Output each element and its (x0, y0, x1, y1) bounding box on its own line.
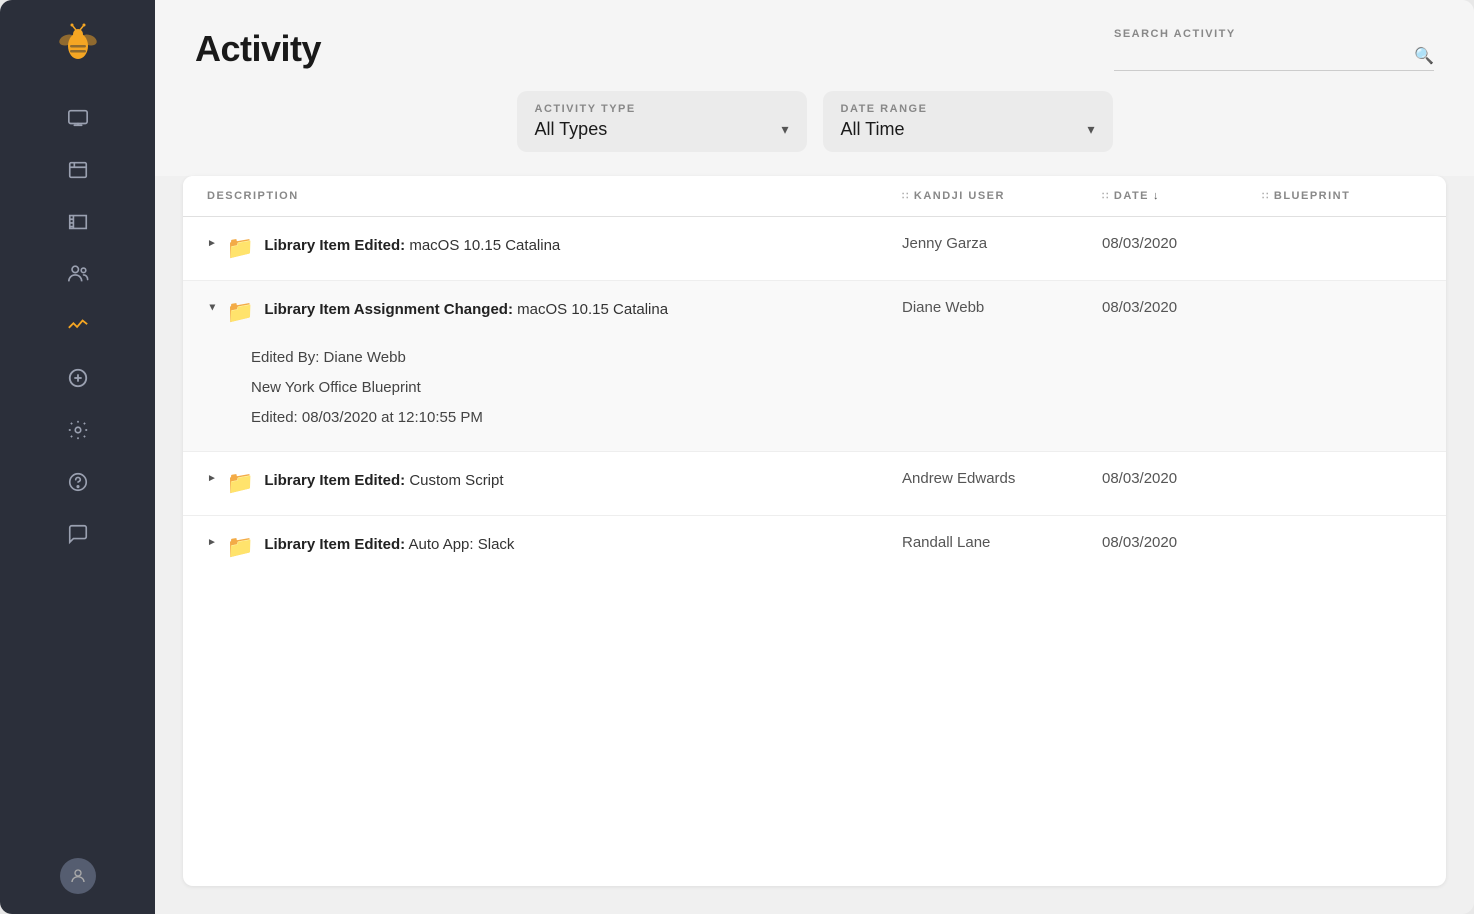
table-row: ► 📁 Library Item Edited: Custom Script A… (183, 452, 1446, 516)
description-cell: ► 📁 Library Item Edited: macOS 10.15 Cat… (207, 217, 902, 279)
blueprint-cell (1262, 281, 1422, 317)
folder-icon: 📁 (227, 470, 254, 496)
col-header-date[interactable]: ∷ DATE ↓ (1102, 190, 1262, 202)
blueprint-cell (1262, 516, 1422, 552)
description-bold: Library Item Assignment Changed: (264, 301, 513, 318)
description-cell: ► 📁 Library Item Edited: Custom Script (207, 452, 902, 514)
expanded-line: Edited: 08/03/2020 at 12:10:55 PM (251, 403, 1422, 433)
folder-icon: 📁 (227, 235, 254, 261)
sort-arrow-icon: ↓ (1153, 190, 1160, 202)
description-bold: Library Item Edited: (264, 472, 405, 489)
date-range-filter[interactable]: DATE RANGE All Time ▾ (823, 91, 1113, 152)
folder-icon: 📁 (227, 534, 254, 560)
col-header-blueprint: ∷ BLUEPRINT (1262, 190, 1422, 202)
header: Activity SEARCH ACTIVITY 🔍 (155, 0, 1474, 91)
description-bold: Library Item Edited: (264, 237, 405, 254)
description-cell: ► 📁 Library Item Assignment Changed: mac… (207, 281, 902, 343)
sidebar (0, 0, 155, 914)
sidebar-item-library[interactable] (56, 148, 100, 192)
expand-button[interactable]: ► (207, 238, 217, 249)
date-cell: 08/03/2020 (1102, 452, 1262, 505)
activity-type-chevron-icon: ▾ (781, 121, 788, 138)
blueprint-cell (1262, 452, 1422, 488)
sidebar-nav (0, 96, 155, 858)
activity-table: DESCRIPTION ∷ KANDJI USER ∷ DATE ↓ ∷ BLU… (183, 176, 1446, 886)
sidebar-item-add[interactable] (56, 356, 100, 400)
sidebar-item-activity[interactable] (56, 304, 100, 348)
date-range-value: All Time (841, 119, 905, 140)
main-content: Activity SEARCH ACTIVITY 🔍 ACTIVITY TYPE… (155, 0, 1474, 914)
table-row: ► 📁 Library Item Edited: Auto App: Slack… (183, 516, 1446, 580)
sidebar-item-users[interactable] (56, 252, 100, 296)
page-title: Activity (195, 28, 321, 70)
blueprint-cell (1262, 217, 1422, 253)
sidebar-item-help[interactable] (56, 460, 100, 504)
grid-icon-user: ∷ (902, 191, 910, 202)
date-cell: 08/03/2020 (1102, 281, 1262, 334)
activity-type-label: ACTIVITY TYPE (535, 103, 789, 115)
sidebar-item-devices[interactable] (56, 96, 100, 140)
date-range-label: DATE RANGE (841, 103, 1095, 115)
date-cell: 08/03/2020 (1102, 516, 1262, 569)
grid-icon-blueprint: ∷ (1262, 191, 1270, 202)
activity-type-value: All Types (535, 119, 608, 140)
filters-row: ACTIVITY TYPE All Types ▾ DATE RANGE All… (155, 91, 1474, 176)
search-icon[interactable]: 🔍 (1414, 46, 1434, 66)
sidebar-bottom (60, 858, 96, 894)
expand-button[interactable]: ► (207, 537, 217, 548)
sidebar-item-blueprints[interactable] (56, 200, 100, 244)
table-row: ► 📁 Library Item Edited: macOS 10.15 Cat… (183, 217, 1446, 281)
col-header-description: DESCRIPTION (207, 190, 902, 202)
description-bold: Library Item Edited: (264, 536, 405, 553)
description-text: Library Item Edited: Auto App: Slack (264, 534, 514, 555)
table-header: DESCRIPTION ∷ KANDJI USER ∷ DATE ↓ ∷ BLU… (183, 176, 1446, 217)
date-cell: 08/03/2020 (1102, 217, 1262, 270)
expanded-line: Edited By: Diane Webb (251, 343, 1422, 373)
user-cell: Randall Lane (902, 516, 1102, 569)
description-text: Library Item Edited: macOS 10.15 Catalin… (264, 235, 560, 256)
app-logo[interactable] (54, 20, 102, 68)
folder-icon: 📁 (227, 299, 254, 325)
user-cell: Diane Webb (902, 281, 1102, 334)
description-text: Library Item Assignment Changed: macOS 1… (264, 299, 668, 320)
user-cell: Andrew Edwards (902, 452, 1102, 505)
user-avatar[interactable] (60, 858, 96, 894)
description-cell: ► 📁 Library Item Edited: Auto App: Slack (207, 516, 902, 578)
expand-button[interactable]: ► (206, 303, 217, 313)
description-text: Library Item Edited: Custom Script (264, 470, 503, 491)
col-header-user: ∷ KANDJI USER (902, 190, 1102, 202)
sidebar-item-settings[interactable] (56, 408, 100, 452)
activity-type-filter[interactable]: ACTIVITY TYPE All Types ▾ (517, 91, 807, 152)
expand-button[interactable]: ► (207, 473, 217, 484)
activity-type-value-row: All Types ▾ (535, 119, 789, 140)
search-input[interactable] (1114, 48, 1414, 64)
search-label: SEARCH ACTIVITY (1114, 28, 1236, 40)
search-area: SEARCH ACTIVITY 🔍 (1114, 28, 1434, 71)
grid-icon-date: ∷ (1102, 191, 1110, 202)
expanded-content: Edited By: Diane Webb New York Office Bl… (207, 343, 1422, 451)
user-cell: Jenny Garza (902, 217, 1102, 270)
table-row: ► 📁 Library Item Assignment Changed: mac… (183, 281, 1446, 452)
expanded-line: New York Office Blueprint (251, 373, 1422, 403)
table-body: ► 📁 Library Item Edited: macOS 10.15 Cat… (183, 217, 1446, 886)
date-range-chevron-icon: ▾ (1087, 121, 1094, 138)
sidebar-item-messages[interactable] (56, 512, 100, 556)
date-range-value-row: All Time ▾ (841, 119, 1095, 140)
search-input-row: 🔍 (1114, 46, 1434, 71)
